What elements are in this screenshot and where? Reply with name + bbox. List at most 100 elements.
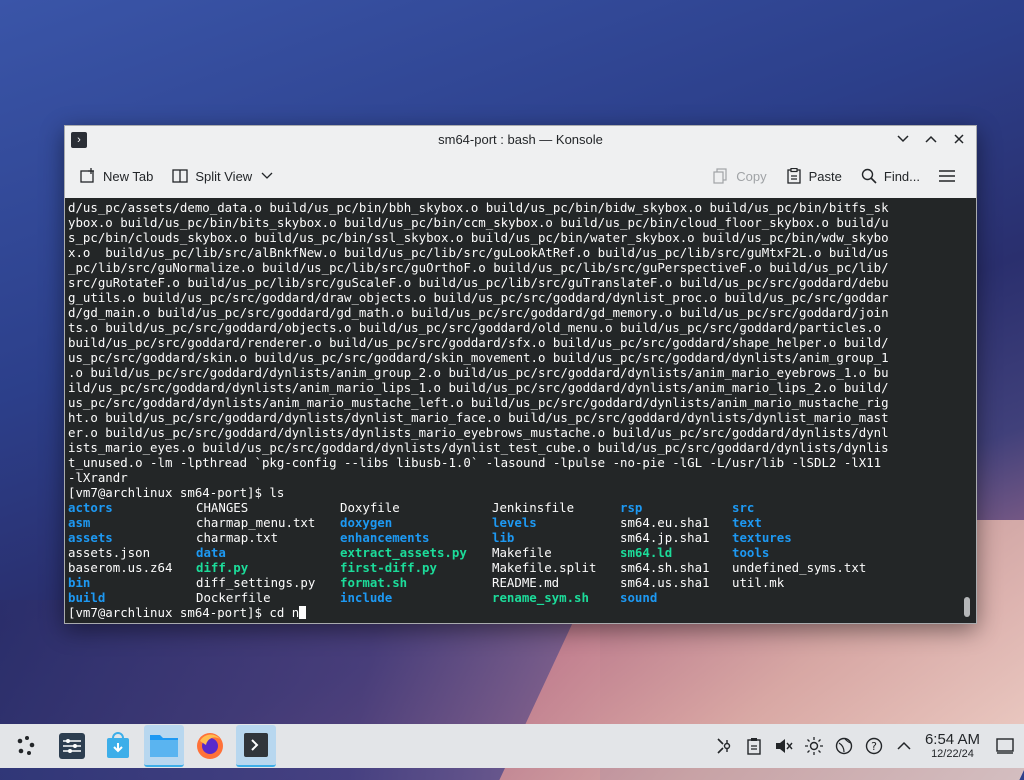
ls-executable-entry: extract_assets.py [340,545,467,560]
terminal-scrollbar[interactable] [964,597,970,617]
terminal-line: ht.o build/us_pc/src/goddard/dynlists/dy… [68,410,889,425]
ls-directory-entry: assets [68,530,113,545]
prompt-text: [vm7@archlinux sm64-port]$ cd n [68,605,300,620]
ls-executable-entry: rename_sym.sh [492,590,589,605]
ls-output-row: baserom.us.z64 diff.py first-diff.py Makefi… [68,560,976,575]
ls-directory-entry: actors [68,500,113,515]
store-icon [107,732,129,758]
digital-clock[interactable]: 6:54 AM 12/22/24 [925,732,980,761]
ls-directory-entry: include [340,590,393,605]
system-tray: ? 6:54 AM 12/22/24 [709,724,1024,768]
firefox-launcher[interactable] [190,726,230,766]
dolphin-file-manager-task[interactable] [144,725,184,767]
terminal-line: x.o build/us_pc/lib/src/alBnkfNew.o buil… [68,245,889,260]
launcher-icon [17,736,35,755]
new-tab-icon [79,167,97,185]
ls-file-entry: Makefile.split [492,560,597,575]
firefox-icon [197,733,223,759]
volume-muted-icon[interactable] [773,735,795,757]
clipboard-icon[interactable] [743,735,765,757]
ls-directory-entry: enhancements [340,530,430,545]
minimize-button[interactable] [894,130,912,148]
ls-directory-entry: src [732,500,755,515]
konsole-task[interactable] [236,725,276,767]
ls-directory-entry: rsp [620,500,643,515]
network-globe-icon[interactable] [833,735,855,757]
hamburger-menu-icon [938,167,956,185]
ls-directory-entry: tools [732,545,770,560]
ls-output-row: actors CHANGES Doxyfile Jenkinsfile rsp src [68,500,976,515]
system-settings-launcher[interactable] [52,726,92,766]
terminal-line: ybox.o build/us_pc/bin/bits_skybox.o bui… [68,215,889,230]
terminal-line: ild/us_pc/src/goddard/dynlists/anim_mari… [68,380,889,395]
prompt-line[interactable]: [vm7@archlinux sm64-port]$ cd n [68,605,976,620]
help-icon[interactable]: ? [863,735,885,757]
ls-executable-entry: diff.py [196,560,249,575]
ls-file-entry: diff_settings.py [196,575,316,590]
terminal-line: us_pc/src/goddard/skin.o build/us_pc/src… [68,350,889,365]
terminal-line: us_pc/src/goddard/dynlists/anim_mario_mu… [68,395,889,410]
ls-directory-entry: asm [68,515,91,530]
ls-directory-entry: doxygen [340,515,393,530]
copy-button[interactable]: Copy [706,163,772,189]
ls-file-entry: baserom.us.z64 [68,560,173,575]
ls-directory-entry: lib [492,530,515,545]
close-button[interactable] [950,130,968,148]
terminal-line: d/us_pc/assets/demo_data.o build/us_pc/b… [68,200,889,215]
terminal-line: s_pc/bin/clouds_skybox.o build/us_pc/bin… [68,230,889,245]
terminal-line: d/gd_main.o build/us_pc/src/goddard/gd_m… [68,305,889,320]
ls-directory-entry: text [732,515,762,530]
ls-file-entry: sm64.eu.sha1 [620,515,710,530]
new-tab-label: New Tab [103,168,154,184]
clock-date: 12/22/24 [931,748,974,760]
network-transfer-icon[interactable] [713,735,735,757]
svg-text:?: ? [871,740,877,753]
paste-label: Paste [808,168,842,184]
terminal-view[interactable]: d/us_pc/assets/demo_data.o build/us_pc/b… [65,198,976,623]
ls-directory-entry: sound [620,590,658,605]
maximize-button[interactable] [922,130,940,148]
ls-file-entry: sm64.us.sha1 [620,575,710,590]
find-button[interactable]: Find... [854,163,926,189]
taskbar: ? 6:54 AM 12/22/24 [0,724,1024,768]
chevron-up-icon[interactable] [893,735,915,757]
split-view-button[interactable]: Split View [165,163,282,189]
show-desktop-icon[interactable] [994,735,1016,757]
ls-file-entry: README.md [492,575,560,590]
application-launcher[interactable] [6,726,46,766]
window-title: sm64-port : bash — Konsole [438,132,603,147]
hamburger-menu-button[interactable] [932,163,962,189]
title-bar[interactable]: › sm64-port : bash — Konsole [65,126,976,154]
folder-icon [150,735,178,757]
split-view-label: Split View [195,168,253,184]
terminal-line: src/guRotateF.o build/us_pc/lib/src/guSc… [68,275,889,290]
brightness-icon[interactable] [803,735,825,757]
paste-icon [785,167,803,185]
chevron-down-icon[interactable] [258,167,276,185]
terminal-line: er.o build/us_pc/src/goddard/dynlists/dy… [68,425,889,440]
ls-file-entry [732,590,882,605]
terminal-icon [244,733,268,757]
ls-file-entry: charmap.txt [196,530,279,545]
terminal-line: g_utils.o build/us_pc/src/goddard/draw_o… [68,290,889,305]
ls-directory-entry: levels [492,515,537,530]
ls-file-entry: charmap_menu.txt [196,515,316,530]
ls-file-entry: Makefile [492,545,552,560]
ls-executable-entry: format.sh [340,575,408,590]
ls-executable-entry: sm64.ld [620,545,673,560]
text-cursor [299,606,307,619]
copy-icon [712,167,730,185]
ls-file-entry: sm64.sh.sha1 [620,560,710,575]
ls-file-entry: CHANGES [196,500,249,515]
paste-button[interactable]: Paste [779,163,848,189]
ls-output-row: build Dockerfile include rename_sym.sh sound [68,590,976,605]
copy-label: Copy [736,168,767,184]
new-tab-button[interactable]: New Tab [73,163,159,189]
ls-output-row: asm charmap_menu.txt doxygen levels sm64.eu.… [68,515,976,530]
ls-file-entry: util.mk [732,575,785,590]
terminal-line: _pc/lib/src/guNormalize.o build/us_pc/li… [68,260,889,275]
terminal-line: .o build/us_pc/src/goddard/dynlists/anim… [68,365,889,380]
ls-executable-entry: first-diff.py [340,560,437,575]
terminal-line: ists_mario_eyes.o build/us_pc/src/goddar… [68,440,889,455]
discover-launcher[interactable] [98,726,138,766]
